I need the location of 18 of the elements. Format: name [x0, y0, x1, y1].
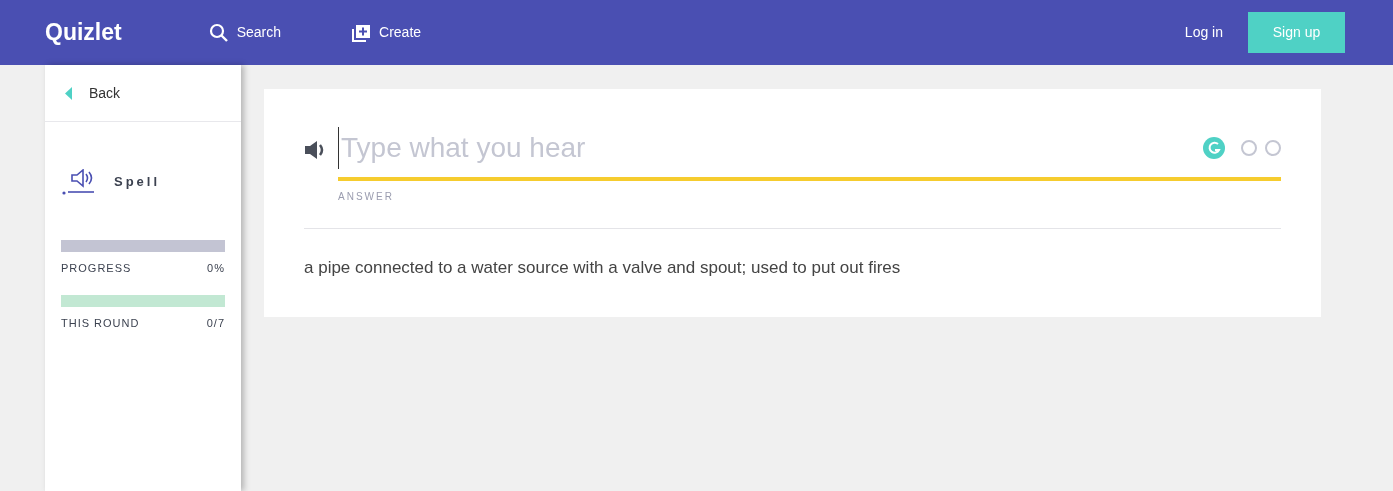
- circle-icon: [1241, 140, 1257, 156]
- speaker-icon[interactable]: [304, 140, 326, 160]
- back-arrow-icon: [65, 86, 73, 100]
- back-link[interactable]: Back: [65, 82, 121, 104]
- definition-text: a pipe connected to a water source with a valve and spout; used to put out fires: [304, 257, 902, 279]
- mode-title: Spell: [114, 173, 161, 192]
- create-link[interactable]: Create: [351, 22, 422, 43]
- meter-label: THIS ROUND: [61, 315, 140, 331]
- search-icon: [208, 22, 229, 43]
- search-link[interactable]: Search: [208, 22, 282, 43]
- add-icon: [351, 23, 372, 42]
- meter-label: PROGRESS: [61, 261, 132, 276]
- meter-reading: 0/7: [206, 315, 225, 331]
- field-label: ANSWER: [338, 190, 395, 204]
- circle-icon: [1265, 140, 1281, 156]
- meter-reading: 0%: [207, 261, 225, 276]
- login-link[interactable]: Log in: [1184, 22, 1223, 43]
- logo[interactable]: Quizlet: [45, 15, 122, 50]
